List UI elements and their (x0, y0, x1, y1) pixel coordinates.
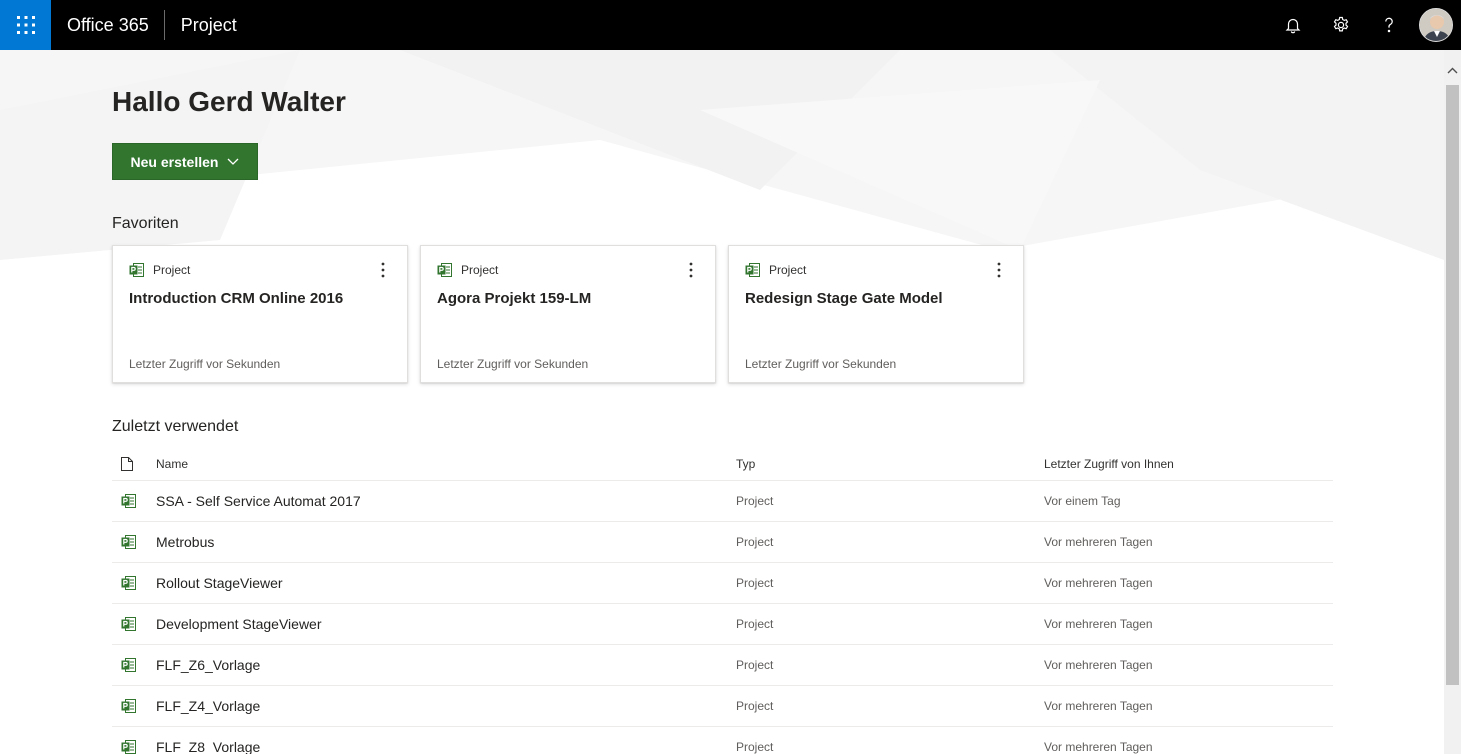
recent-heading: Zuletzt verwendet (112, 418, 239, 435)
row-type: Project (736, 535, 774, 549)
office-365-link[interactable]: Office 365 (67, 10, 165, 40)
table-row[interactable]: Development StageViewer Project Vor mehr… (112, 604, 1333, 645)
row-icon-cell (112, 493, 156, 509)
user-avatar[interactable] (1419, 8, 1453, 42)
row-last-accessed: Vor mehreren Tagen (1044, 740, 1153, 754)
header-actions (1269, 0, 1461, 50)
table-row[interactable]: FLF_Z6_Vorlage Project Vor mehreren Tage… (112, 645, 1333, 686)
card-title[interactable]: Redesign Stage Gate Model (745, 288, 965, 309)
table-row[interactable]: FLF_Z4_Vorlage Project Vor mehreren Tage… (112, 686, 1333, 727)
favorite-card[interactable]: Project Introduction CRM Online 2016 Let… (112, 245, 408, 383)
row-type: Project (736, 658, 774, 672)
more-vertical-icon (381, 262, 385, 278)
name-column-header[interactable]: Name (156, 457, 736, 471)
chevron-up-icon (1447, 67, 1458, 74)
card-title[interactable]: Agora Projekt 159-LM (437, 288, 657, 309)
app-launcher-button[interactable] (0, 0, 51, 50)
question-icon (1385, 17, 1393, 33)
app-name-link[interactable]: Project (181, 15, 237, 36)
row-name[interactable]: FLF_Z8_Vorlage (156, 739, 736, 754)
row-last-accessed: Vor mehreren Tagen (1044, 576, 1153, 590)
row-icon-cell (112, 739, 156, 754)
project-file-icon (121, 576, 136, 590)
user-photo-icon (1420, 9, 1452, 41)
help-button[interactable] (1365, 0, 1413, 50)
scrollbar-thumb[interactable] (1446, 85, 1459, 685)
table-row[interactable]: FLF_Z8_Vorlage Project Vor mehreren Tage… (112, 727, 1333, 754)
project-file-icon (121, 535, 136, 549)
scroll-up-button[interactable] (1444, 62, 1461, 79)
recent-table: Name Typ Letzter Zugriff von Ihnen SSA -… (112, 448, 1333, 754)
project-file-icon (121, 494, 136, 508)
type-column-header[interactable]: Typ (736, 457, 1044, 471)
project-file-icon (121, 617, 136, 631)
favorite-card[interactable]: Project Agora Projekt 159-LM Letzter Zug… (420, 245, 716, 383)
project-file-icon (121, 658, 136, 672)
project-file-icon (437, 263, 452, 277)
page-title: Hallo Gerd Walter (112, 86, 346, 117)
project-file-icon (129, 263, 144, 277)
row-icon-cell (112, 657, 156, 673)
more-vertical-icon (689, 262, 693, 278)
card-type: Project (745, 262, 806, 278)
project-file-icon (121, 699, 136, 713)
favorite-card[interactable]: Project Redesign Stage Gate Model Letzte… (728, 245, 1024, 383)
more-vertical-icon (997, 262, 1001, 278)
card-type-label: Project (461, 263, 499, 277)
row-type: Project (736, 576, 774, 590)
suite-header: Office 365 Project (0, 0, 1461, 50)
table-row[interactable]: SSA - Self Service Automat 2017 Project … (112, 481, 1333, 522)
gear-icon (1333, 16, 1349, 32)
last-accessed-column-header[interactable]: Letzter Zugriff von Ihnen (1044, 457, 1174, 471)
row-name[interactable]: FLF_Z4_Vorlage (156, 698, 736, 714)
file-type-column-header[interactable] (112, 457, 156, 471)
card-title[interactable]: Introduction CRM Online 2016 (129, 288, 349, 309)
project-file-icon (121, 740, 136, 754)
row-name[interactable]: SSA - Self Service Automat 2017 (156, 493, 736, 509)
row-type: Project (736, 494, 774, 508)
chevron-down-icon (228, 158, 239, 165)
row-type: Project (736, 740, 774, 754)
row-name[interactable]: FLF_Z6_Vorlage (156, 657, 736, 673)
table-row[interactable]: Rollout StageViewer Project Vor mehreren… (112, 563, 1333, 604)
row-name[interactable]: Metrobus (156, 534, 736, 550)
waffle-icon (16, 16, 35, 34)
table-header: Name Typ Letzter Zugriff von Ihnen (112, 448, 1333, 481)
row-name[interactable]: Development StageViewer (156, 616, 736, 632)
row-last-accessed: Vor mehreren Tagen (1044, 535, 1153, 549)
row-name[interactable]: Rollout StageViewer (156, 575, 736, 591)
notifications-button[interactable] (1269, 0, 1317, 50)
row-icon-cell (112, 698, 156, 714)
table-row[interactable]: Metrobus Project Vor mehreren Tagen (112, 522, 1333, 563)
card-more-button[interactable] (373, 260, 393, 280)
create-new-label: Neu erstellen (130, 153, 219, 170)
card-last-accessed: Letzter Zugriff vor Sekunden (745, 357, 897, 371)
main-content: Hallo Gerd Walter Neu erstellen Favorite… (0, 50, 1444, 754)
row-type: Project (736, 699, 774, 713)
card-more-button[interactable] (681, 260, 701, 280)
vertical-scrollbar[interactable] (1444, 50, 1461, 754)
project-file-icon (745, 263, 760, 277)
create-new-button[interactable]: Neu erstellen (112, 143, 258, 180)
row-icon-cell (112, 534, 156, 550)
favorites-heading: Favoriten (112, 215, 179, 232)
row-icon-cell (112, 616, 156, 632)
card-last-accessed: Letzter Zugriff vor Sekunden (129, 357, 281, 371)
card-more-button[interactable] (989, 260, 1009, 280)
row-type: Project (736, 617, 774, 631)
settings-button[interactable] (1317, 0, 1365, 50)
row-last-accessed: Vor mehreren Tagen (1044, 699, 1153, 713)
bell-icon (1285, 18, 1301, 34)
card-type-label: Project (769, 263, 807, 277)
card-type: Project (437, 262, 498, 278)
card-last-accessed: Letzter Zugriff vor Sekunden (437, 357, 589, 371)
card-type-label: Project (153, 263, 191, 277)
document-icon (121, 457, 133, 471)
row-last-accessed: Vor einem Tag (1044, 494, 1121, 508)
row-last-accessed: Vor mehreren Tagen (1044, 617, 1153, 631)
card-type: Project (129, 262, 190, 278)
row-last-accessed: Vor mehreren Tagen (1044, 658, 1153, 672)
row-icon-cell (112, 575, 156, 591)
